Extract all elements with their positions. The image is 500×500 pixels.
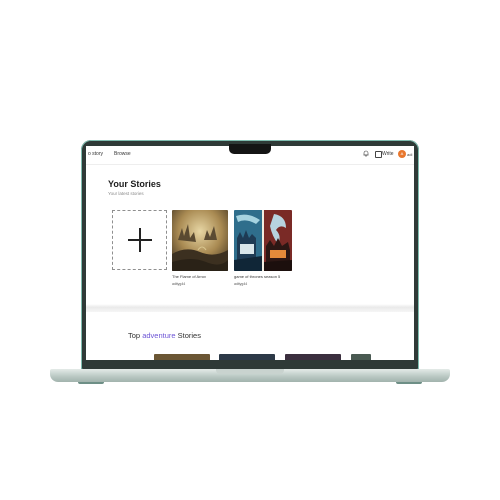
camera-notch (229, 144, 271, 154)
genre-link[interactable]: adventure (142, 331, 175, 340)
top-story-thumb-4[interactable] (351, 354, 371, 360)
dragon-castle-image (234, 210, 292, 271)
top-heading-suffix: Stories (177, 331, 201, 340)
top-story-thumb-1[interactable] (154, 354, 210, 360)
laptop-opening-groove (216, 369, 284, 374)
user-name[interactable]: adi (407, 152, 412, 157)
laptop-screen: o story Browse Write A adi Your Stories … (86, 146, 414, 360)
story-title-1[interactable]: The Flame of Arrov (172, 274, 206, 279)
your-stories-subtitle: Your latest stories (108, 191, 144, 196)
story-cover-1[interactable] (172, 210, 228, 271)
story-cover-2[interactable] (234, 210, 292, 271)
your-stories-title: Your Stories (108, 179, 161, 189)
section-divider (86, 304, 414, 312)
write-icon[interactable] (375, 151, 382, 158)
user-avatar[interactable]: A (398, 150, 406, 158)
top-heading-prefix: Top (128, 331, 141, 340)
laptop-foot-left (78, 382, 104, 384)
castle-landscape-image (172, 210, 228, 271)
notification-bell-icon[interactable] (363, 150, 369, 157)
story-author-1: adityg44 (172, 282, 186, 286)
nav-home-link[interactable]: o story (88, 151, 103, 157)
write-link[interactable]: Write (382, 151, 394, 157)
laptop-foot-right (396, 382, 422, 384)
top-stories-heading: Top adventure Stories (128, 331, 201, 340)
top-story-thumb-2[interactable] (219, 354, 275, 360)
nav-browse-link[interactable]: Browse (114, 151, 131, 157)
story-title-2[interactable]: game of thrones season 5 (234, 274, 280, 279)
top-story-thumb-3[interactable] (285, 354, 341, 360)
story-author-2: adityg44 (234, 282, 248, 286)
plus-icon-bar (128, 239, 152, 241)
